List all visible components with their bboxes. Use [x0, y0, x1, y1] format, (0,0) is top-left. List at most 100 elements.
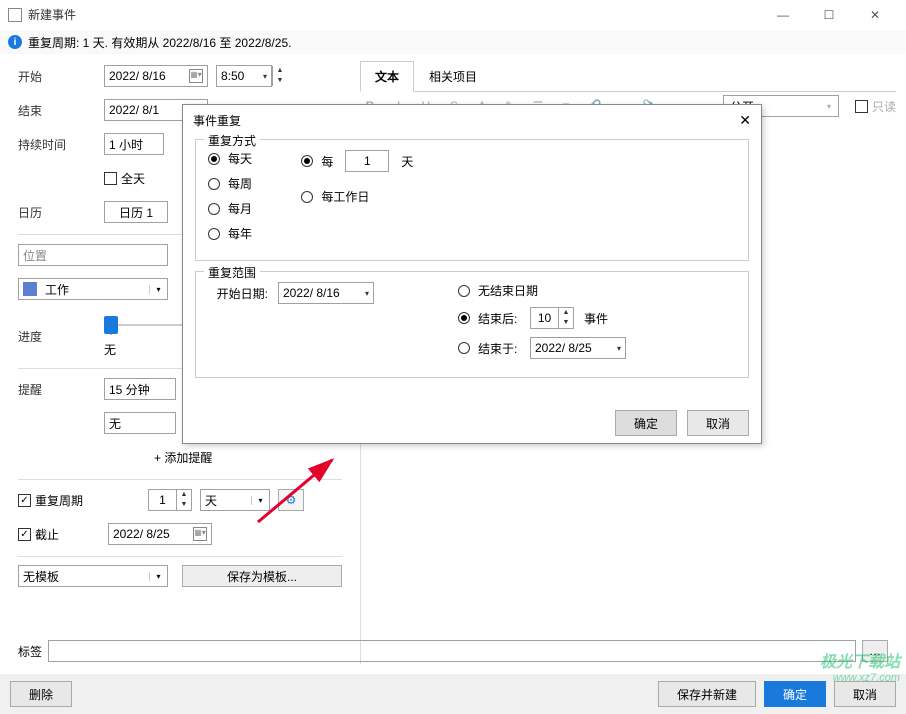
titlebar: 新建事件 — ☐ ✕ — [0, 0, 906, 30]
template-select[interactable]: 无模板 ▾ — [18, 565, 168, 587]
radio-weekly[interactable] — [208, 178, 220, 190]
reminder2-value: 无 — [109, 415, 121, 432]
tags-input[interactable] — [48, 640, 856, 662]
chevron-down-icon: ▾ — [149, 572, 167, 581]
pattern-fieldset: 重复方式 每天 每周 每月 每年 每 1 天 每工作日 — [195, 139, 749, 261]
calendar-icon[interactable]: ▦▾ — [189, 69, 203, 83]
cancel-button[interactable]: 取消 — [834, 681, 896, 707]
start-time-value: 8:50 — [221, 69, 244, 83]
radio-end-by[interactable] — [458, 342, 470, 354]
minimize-button[interactable]: — — [760, 0, 806, 30]
radio-yearly[interactable] — [208, 228, 220, 240]
window-controls: — ☐ ✕ — [760, 0, 898, 30]
recurrence-count-value: 1 — [149, 493, 176, 507]
add-reminder-link[interactable]: + 添加提醒 — [154, 449, 212, 466]
start-date-input[interactable]: 2022/ 8/16 ▦▾ — [104, 65, 208, 87]
maximize-button[interactable]: ☐ — [806, 0, 852, 30]
radio-every-n[interactable] — [301, 155, 313, 167]
range-start-date-input[interactable]: 2022/ 8/16 ▾ — [278, 282, 374, 304]
recurrence-label: 重复周期 — [35, 492, 108, 509]
readonly-label: 只读 — [872, 98, 896, 115]
close-button[interactable]: ✕ — [852, 0, 898, 30]
tags-label: 标签 — [18, 643, 42, 660]
info-icon: i — [8, 35, 22, 49]
start-date-value: 2022/ 8/16 — [109, 69, 166, 83]
recurrence-dialog: 事件重复 ✕ 重复方式 每天 每周 每月 每年 每 1 天 — [182, 104, 762, 444]
range-legend: 重复范围 — [204, 264, 260, 281]
save-as-template-button[interactable]: 保存为模板... — [182, 565, 342, 587]
radio-no-end[interactable] — [458, 285, 470, 297]
chevron-down-icon: ▾ — [361, 289, 369, 298]
category-select[interactable]: 工作 ▾ — [18, 278, 168, 300]
due-checkbox[interactable] — [18, 528, 31, 541]
range-fieldset: 重复范围 开始日期: 2022/ 8/16 ▾ 无结束日期 结束 — [195, 271, 749, 378]
chevron-down-icon: ▾ — [613, 344, 621, 353]
dialog-ok-button[interactable]: 确定 — [615, 410, 677, 436]
location-input[interactable]: 位置 — [18, 244, 168, 266]
chevron-down-icon: ▾ — [149, 285, 167, 294]
editor-tabs: 文本 相关项目 — [360, 60, 896, 92]
due-date-input[interactable]: 2022/ 8/25 ▦▾ — [108, 523, 212, 545]
dialog-cancel-button[interactable]: 取消 — [687, 410, 749, 436]
pattern-legend: 重复方式 — [204, 132, 260, 149]
duration-value: 1 小时 — [109, 136, 143, 153]
radio-every-workday[interactable] — [301, 191, 313, 203]
radio-daily[interactable] — [208, 153, 220, 165]
reminder-label: 提醒 — [18, 381, 104, 398]
recurrence-unit-select[interactable]: 天 ▾ — [200, 489, 270, 511]
calendar-icon[interactable]: ▦▾ — [193, 527, 207, 541]
recurrence-spinner[interactable]: ▲▼ — [176, 490, 191, 510]
template-value: 无模板 — [19, 568, 149, 585]
window-title: 新建事件 — [28, 6, 76, 23]
reminder1-input[interactable]: 15 分钟 — [104, 378, 176, 400]
radio-monthly[interactable] — [208, 203, 220, 215]
category-value: 工作 — [41, 281, 149, 298]
recurrence-settings-button[interactable]: ⚙ — [278, 489, 304, 511]
allday-checkbox[interactable] — [104, 172, 117, 185]
radio-end-after[interactable] — [458, 312, 470, 324]
end-after-spinner[interactable]: ▲▼ — [558, 308, 573, 328]
recurrence-count-input[interactable]: 1 ▲▼ — [148, 489, 192, 511]
due-date-value: 2022/ 8/25 — [113, 527, 170, 541]
every-n-input[interactable]: 1 — [345, 150, 389, 172]
progress-label: 进度 — [18, 328, 104, 345]
tab-related[interactable]: 相关项目 — [414, 61, 492, 92]
end-date-value: 2022/ 8/1 — [109, 103, 159, 117]
location-placeholder: 位置 — [23, 247, 47, 264]
time-spinner[interactable]: ▲▼ — [272, 66, 287, 86]
chevron-down-icon: ▾ — [820, 102, 838, 111]
allday-label: 全天 — [121, 170, 145, 187]
calendar-label: 日历 — [18, 204, 104, 221]
calendar-value: 日历 1 — [119, 204, 153, 221]
dialog-titlebar: 事件重复 ✕ — [183, 105, 761, 135]
duration-label: 持续时间 — [18, 136, 104, 153]
info-bar: i 重复周期: 1 天. 有效期从 2022/8/16 至 2022/8/25. — [0, 30, 906, 54]
start-time-input[interactable]: 8:50 ▾ — [216, 65, 272, 87]
calendar-select[interactable]: 日历 1 — [104, 201, 168, 223]
save-and-new-button[interactable]: 保存并新建 — [658, 681, 756, 707]
tab-text[interactable]: 文本 — [360, 61, 414, 92]
progress-none-label: 无 — [104, 341, 116, 358]
info-text: 重复周期: 1 天. 有效期从 2022/8/16 至 2022/8/25. — [28, 34, 291, 51]
chevron-down-icon: ▾ — [251, 496, 269, 505]
dialog-close-button[interactable]: ✕ — [739, 112, 751, 129]
app-icon — [8, 8, 22, 22]
recurrence-checkbox[interactable] — [18, 494, 31, 507]
recurrence-unit-value: 天 — [201, 492, 251, 509]
end-label: 结束 — [18, 102, 104, 119]
watermark: 极光下载站 www.xz7.com — [820, 648, 900, 684]
due-label: 截止 — [35, 526, 108, 543]
readonly-checkbox[interactable] — [855, 100, 868, 113]
delete-button[interactable]: 删除 — [10, 681, 72, 707]
duration-input[interactable]: 1 小时 — [104, 133, 164, 155]
end-after-input[interactable]: 10 ▲▼ — [530, 307, 574, 329]
reminder1-value: 15 分钟 — [109, 381, 150, 398]
tags-row: 标签 … — [18, 640, 888, 662]
chevron-down-icon: ▾ — [259, 72, 267, 81]
reminder2-input[interactable]: 无 — [104, 412, 176, 434]
end-by-date-input[interactable]: 2022/ 8/25 ▾ — [530, 337, 626, 359]
dialog-title: 事件重复 — [193, 112, 241, 129]
start-label: 开始 — [18, 68, 104, 85]
ok-button[interactable]: 确定 — [764, 681, 826, 707]
category-color-swatch — [23, 282, 37, 296]
